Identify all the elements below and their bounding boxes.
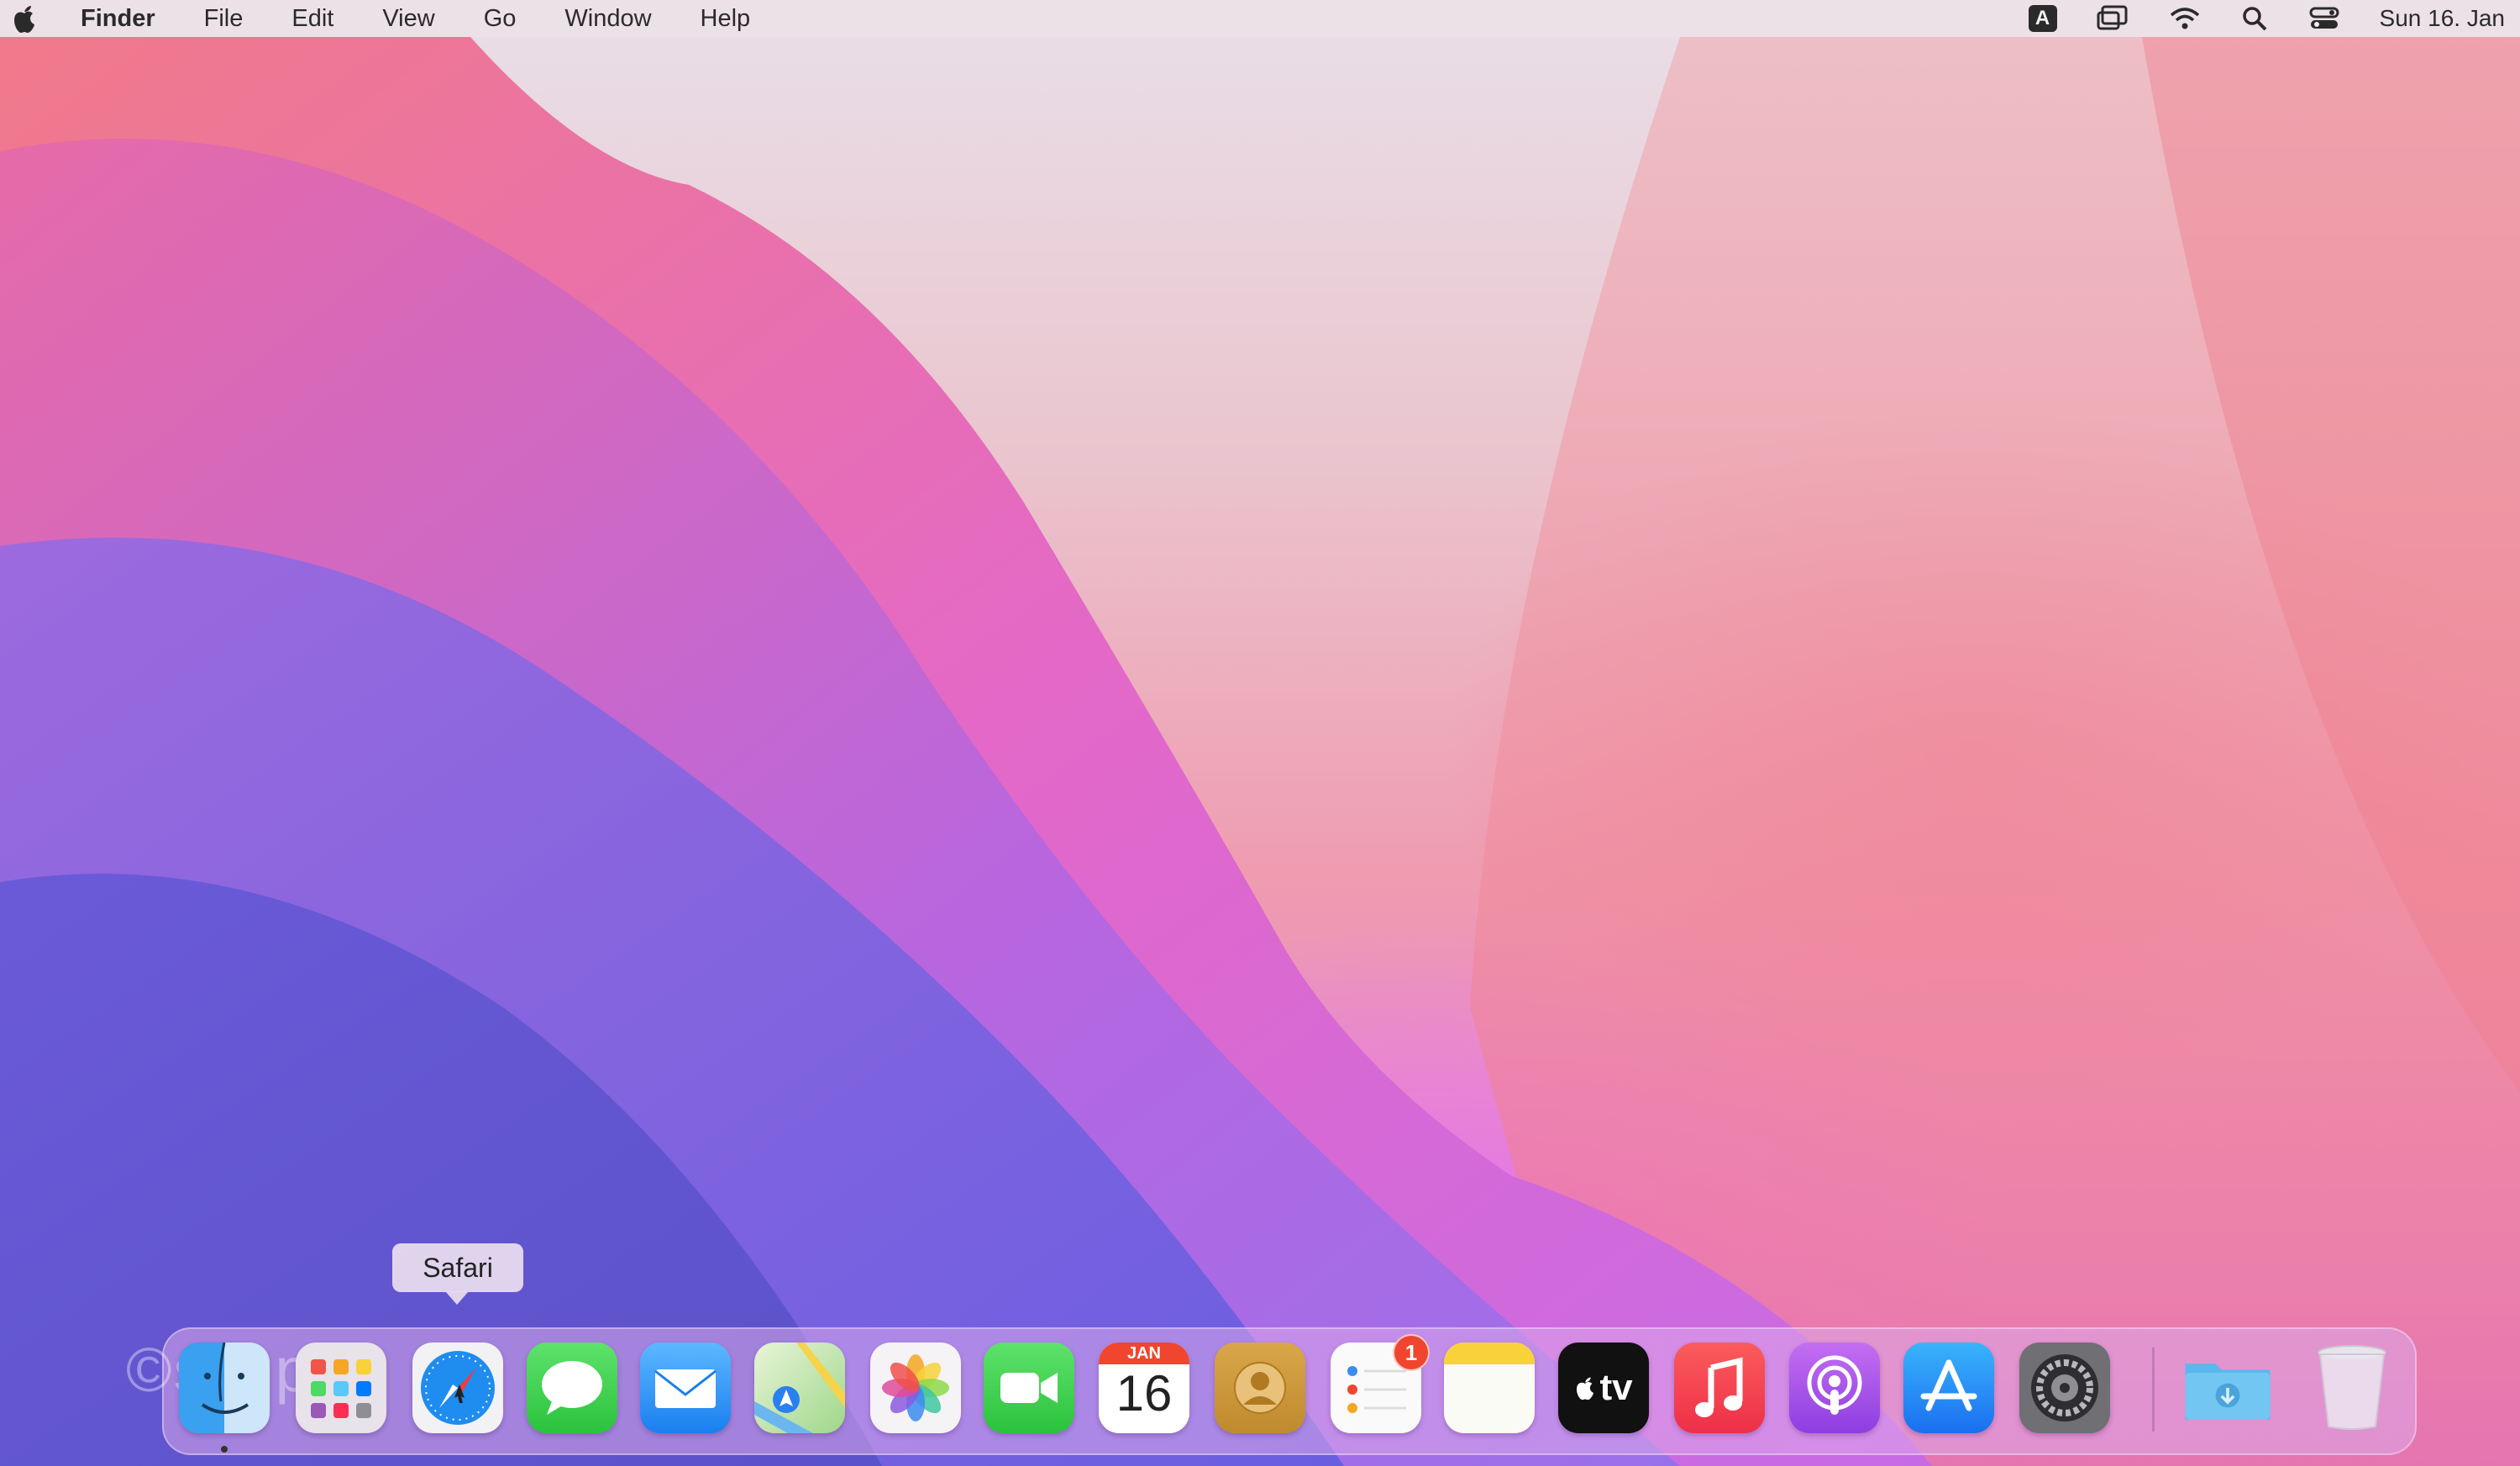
- mail-icon[interactable]: [640, 1343, 731, 1433]
- apple-logo-icon[interactable]: [12, 3, 37, 34]
- music-icon[interactable]: [1674, 1343, 1765, 1433]
- menu-go[interactable]: Go: [484, 5, 517, 33]
- finder-icon[interactable]: [179, 1343, 270, 1433]
- menu-app-name[interactable]: Finder: [81, 5, 155, 33]
- menu-window[interactable]: Window: [564, 5, 651, 33]
- dock-tooltip: Safari: [392, 1243, 523, 1292]
- maps-icon[interactable]: [754, 1343, 845, 1433]
- notes-icon[interactable]: [1444, 1343, 1535, 1433]
- notes-header: [1444, 1343, 1535, 1364]
- apple-logo-small-icon: [1577, 1377, 1594, 1400]
- reminders-badge: 1: [1393, 1334, 1430, 1371]
- desktop-wallpaper: [0, 0, 2520, 1466]
- spotlight-search-icon[interactable]: [2240, 5, 2269, 32]
- menu-file[interactable]: File: [204, 5, 244, 33]
- calendar-header: JAN: [1099, 1343, 1189, 1364]
- menu-help[interactable]: Help: [701, 5, 751, 33]
- dock-separator: [2152, 1348, 2155, 1432]
- messages-icon[interactable]: [527, 1343, 617, 1433]
- finder-running-indicator: [221, 1446, 228, 1453]
- wallpaper-shapes: [0, 37, 2520, 1466]
- podcasts-icon[interactable]: [1789, 1343, 1880, 1433]
- input-source-icon[interactable]: A: [2028, 5, 2057, 32]
- input-source-letter: A: [2028, 5, 2057, 32]
- calendar-icon[interactable]: JAN 16: [1099, 1343, 1189, 1433]
- system-preferences-icon[interactable]: [2019, 1343, 2110, 1433]
- photos-icon[interactable]: [870, 1343, 961, 1433]
- menu-clock[interactable]: Sun 16. Jan: [2380, 5, 2505, 32]
- calendar-month: JAN: [1126, 1343, 1161, 1363]
- apple-tv-icon[interactable]: tv: [1558, 1343, 1649, 1433]
- facetime-icon[interactable]: [984, 1343, 1074, 1433]
- app-store-icon[interactable]: [1903, 1343, 1994, 1433]
- safari-icon[interactable]: [412, 1343, 503, 1433]
- launchpad-icon[interactable]: [296, 1343, 386, 1433]
- menu-bar: Finder File Edit View Go Window Help A S…: [0, 0, 2520, 37]
- menu-items: Finder File Edit View Go Window Help: [81, 0, 799, 37]
- control-center-icon[interactable]: [2307, 5, 2341, 32]
- wifi-icon[interactable]: [2168, 5, 2202, 32]
- menu-edit[interactable]: Edit: [291, 5, 333, 33]
- menu-extras: A Sun 16. Jan: [1990, 0, 2520, 37]
- screen-mirroring-icon[interactable]: [2096, 5, 2129, 32]
- menu-view[interactable]: View: [382, 5, 434, 33]
- calendar-day: 16: [1116, 1365, 1173, 1421]
- apple-tv-label: tv: [1599, 1367, 1633, 1408]
- contacts-icon[interactable]: [1215, 1343, 1305, 1433]
- trash-icon[interactable]: [2307, 1343, 2397, 1433]
- dock-tooltip-arrow: [445, 1291, 469, 1305]
- downloads-folder-icon[interactable]: [2182, 1343, 2273, 1433]
